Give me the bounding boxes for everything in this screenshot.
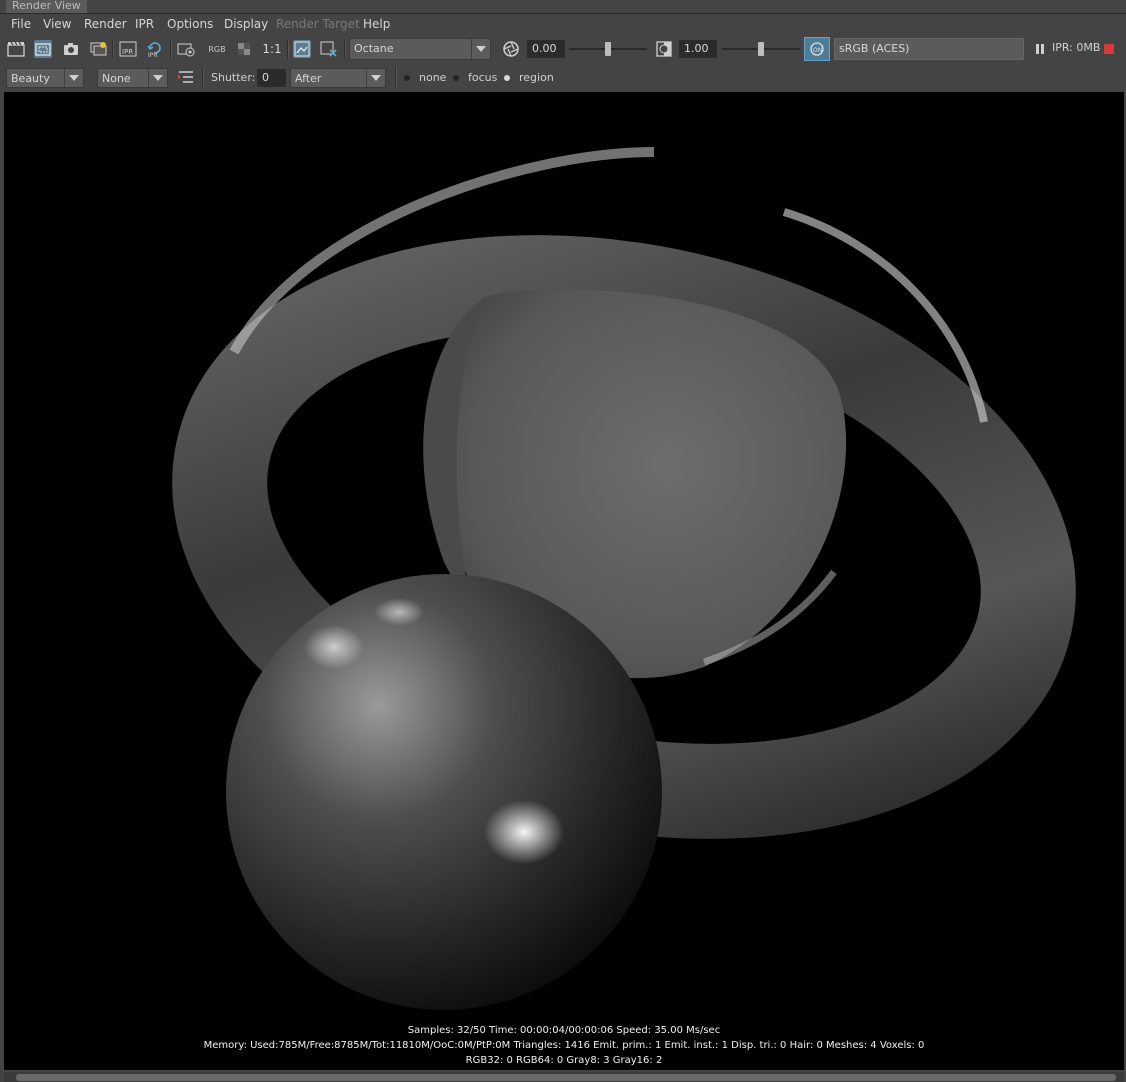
gamma-icon[interactable] xyxy=(655,39,673,59)
toolbar-separator xyxy=(344,39,346,59)
remove-image-icon[interactable] xyxy=(320,40,338,58)
radio-region-label: region xyxy=(519,71,554,84)
toolbar-separator xyxy=(170,39,172,59)
menu-options[interactable]: Options xyxy=(167,16,213,32)
gamma-slider-thumb[interactable] xyxy=(758,42,764,56)
toolbar-separator xyxy=(287,39,289,59)
shutter-input[interactable]: 0 xyxy=(257,69,286,87)
toolbar-separator xyxy=(112,39,114,59)
ipr-render-icon[interactable]: IPR xyxy=(119,40,137,58)
render-stats-line1: Samples: 32/50 Time: 00:00:04/00:00:06 S… xyxy=(407,1025,721,1036)
pass-toolbar: Beauty None Shutter: 0 After none focus … xyxy=(0,65,1126,90)
render-image xyxy=(172,147,1076,1010)
toolbar-separator xyxy=(395,67,397,87)
aov-value: None xyxy=(102,72,131,85)
window-titlebar: Render View xyxy=(0,0,1126,14)
svg-text:ON: ON xyxy=(813,47,822,54)
toolbar-separator xyxy=(202,67,204,87)
pass-list-icon[interactable] xyxy=(177,68,195,86)
render-settings-icon[interactable] xyxy=(177,40,195,58)
radio-region[interactable] xyxy=(504,75,510,81)
color-management-icon[interactable]: ON xyxy=(804,37,830,61)
rgb-channels-icon[interactable]: RGB xyxy=(206,40,228,58)
pause-icon[interactable] xyxy=(1031,40,1049,58)
real-size-icon[interactable]: 1:1 xyxy=(261,40,283,58)
menu-bar: File View Render IPR Options Display Ren… xyxy=(0,14,1126,34)
stop-icon[interactable] xyxy=(1103,40,1115,58)
render-stats-line3: RGB32: 0 RGB64: 0 Gray8: 3 Gray16: 2 xyxy=(465,1055,663,1066)
render-toolbar: IPR IPR RGB 1:1 Octane 0.00 1.00 ON sRGB… xyxy=(0,35,1126,63)
keep-image-icon[interactable] xyxy=(293,40,311,58)
color-space-value: sRGB (ACES) xyxy=(839,42,910,55)
render-sequence-icon[interactable] xyxy=(89,40,107,58)
menu-render[interactable]: Render xyxy=(84,16,127,32)
pass-value: Beauty xyxy=(11,72,50,85)
render-viewport[interactable]: Samples: 32/50 Time: 00:00:04/00:00:06 S… xyxy=(4,92,1124,1070)
render-region-icon[interactable] xyxy=(34,40,52,58)
exposure-input[interactable]: 0.00 xyxy=(527,40,565,58)
gamma-input[interactable]: 1.00 xyxy=(679,40,717,58)
shutter-label: Shutter: xyxy=(211,71,256,84)
chevron-down-icon xyxy=(148,69,167,87)
ipr-memory-label: IPR: 0MB xyxy=(1052,41,1101,54)
gamma-value: 1.00 xyxy=(684,42,709,55)
menu-display[interactable]: Display xyxy=(224,16,268,32)
window-title: Render View xyxy=(6,0,87,13)
render-stats-line2: Memory: Used:785M/Free:8785M/Tot:11810M/… xyxy=(203,1040,925,1051)
svg-text:IPR: IPR xyxy=(122,48,133,56)
renderer-value: Octane xyxy=(354,42,394,55)
exposure-icon[interactable] xyxy=(501,39,521,59)
scrollbar-thumb[interactable] xyxy=(16,1074,1116,1081)
refresh-ipr-icon[interactable]: IPR xyxy=(146,40,164,58)
radio-none[interactable] xyxy=(404,75,410,81)
menu-render-target: Render Target xyxy=(276,17,360,31)
pass-select[interactable]: Beauty xyxy=(6,68,84,88)
renderer-select[interactable]: Octane xyxy=(349,38,491,60)
alpha-channel-icon[interactable] xyxy=(235,40,253,58)
render-frame-icon[interactable] xyxy=(7,40,25,58)
color-space-select[interactable]: sRGB (ACES) xyxy=(834,38,1024,60)
radio-focus[interactable] xyxy=(453,75,459,81)
ratio-label: 1:1 xyxy=(262,42,282,56)
menu-help[interactable]: Help xyxy=(363,16,390,32)
exposure-slider-thumb[interactable] xyxy=(605,42,611,56)
shutter-value: 0 xyxy=(262,71,269,84)
radio-none-label: none xyxy=(419,71,447,84)
exposure-value: 0.00 xyxy=(532,42,557,55)
motion-blur-select[interactable]: After xyxy=(290,68,386,88)
svg-text:IPR: IPR xyxy=(148,52,158,57)
motion-value: After xyxy=(295,72,322,85)
horizontal-scrollbar[interactable] xyxy=(4,1072,1124,1082)
rgb-label: RGB xyxy=(208,44,226,54)
chevron-down-icon xyxy=(366,69,385,87)
chevron-down-icon xyxy=(471,39,490,59)
radio-focus-label: focus xyxy=(468,71,498,84)
aov-select[interactable]: None xyxy=(97,68,168,88)
menu-file[interactable]: File xyxy=(11,16,31,32)
menu-ipr[interactable]: IPR xyxy=(135,16,154,32)
menu-view[interactable]: View xyxy=(43,16,71,32)
snapshot-icon[interactable] xyxy=(62,40,80,58)
chevron-down-icon xyxy=(64,69,83,87)
